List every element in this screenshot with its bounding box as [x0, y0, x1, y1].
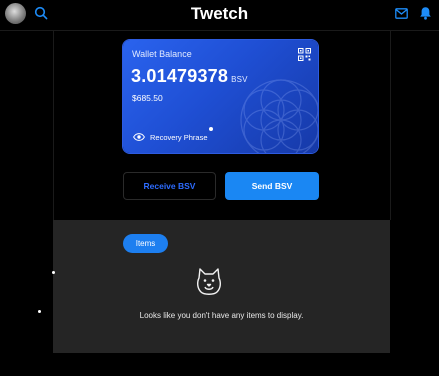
wallet-fiat-value: $685.50 [132, 93, 163, 103]
card-indicator-dot [209, 127, 213, 131]
app-title[interactable]: Twetch [0, 4, 439, 24]
receive-bsv-button[interactable]: Receive BSV [123, 172, 216, 200]
cursor-dot [38, 310, 41, 313]
bell-icon[interactable] [419, 6, 432, 20]
wallet-card: Wallet Balance 3.01479378 BSV $685.50 Rec… [123, 40, 318, 153]
eye-icon[interactable] [133, 133, 145, 141]
qr-code-icon[interactable] [298, 48, 311, 61]
balance-currency: BSV [231, 75, 248, 84]
send-bsv-button[interactable]: Send BSV [225, 172, 319, 200]
wallet-balance-amount: 3.01479378 BSV [131, 66, 248, 87]
mail-icon[interactable] [395, 8, 408, 19]
empty-items-message: Looks like you don't have any items to d… [139, 311, 304, 320]
items-panel: Items Looks like you don't have any item… [53, 220, 390, 353]
top-header: Twetch [0, 0, 439, 31]
cursor-dot [52, 271, 55, 274]
recovery-phrase-link[interactable]: Recovery Phrase [150, 133, 208, 142]
doge-icon [196, 268, 222, 295]
balance-value: 3.01479378 [131, 66, 229, 86]
tab-items[interactable]: Items [123, 234, 168, 253]
wallet-balance-label: Wallet Balance [132, 49, 192, 59]
